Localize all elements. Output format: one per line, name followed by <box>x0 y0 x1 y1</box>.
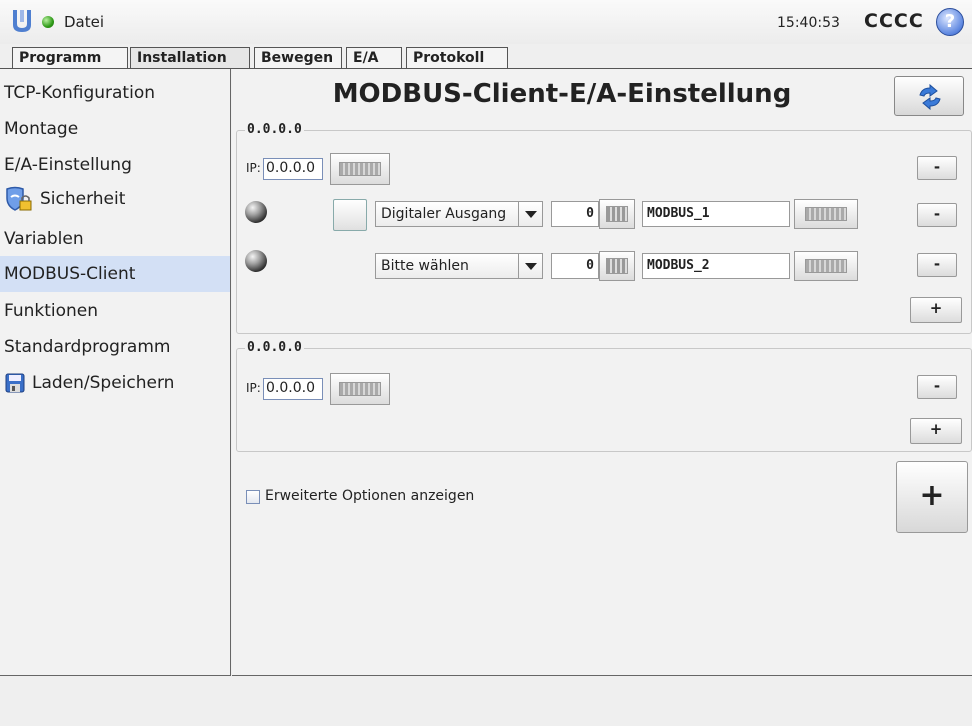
ur-logo-icon <box>13 10 31 32</box>
installation-sidebar: TCP-Konfiguration Montage E/A-Einstellun… <box>0 69 231 676</box>
keypad-icon <box>606 258 628 274</box>
signal-status-led-icon <box>245 201 267 223</box>
ip-input[interactable]: 0.0.0.0 <box>263 158 323 180</box>
tab-bewegen[interactable]: Bewegen <box>254 47 342 69</box>
signal-status-led-icon <box>245 250 267 272</box>
signal-address-input[interactable]: 0 <box>551 201 599 227</box>
advanced-options-label[interactable]: Erweiterte Optionen anzeigen <box>265 488 474 504</box>
signal-name-input[interactable]: MODBUS_1 <box>642 201 790 227</box>
tab-ea[interactable]: E/A <box>346 47 402 69</box>
remove-unit-button[interactable]: - <box>917 375 957 399</box>
shield-lock-icon <box>6 186 32 211</box>
unit-label: 0.0.0.0 <box>245 340 304 355</box>
sidebar-item-laden-speichern[interactable]: Laden/Speichern <box>0 365 230 401</box>
keypad-icon <box>606 206 628 222</box>
file-menu[interactable]: Datei <box>64 13 104 31</box>
add-signal-button[interactable]: + <box>910 297 962 323</box>
tab-protokoll[interactable]: Protokoll <box>406 47 508 69</box>
sidebar-item-tcp-konfiguration[interactable]: TCP-Konfiguration <box>0 75 230 111</box>
tab-installation[interactable]: Installation <box>130 47 250 69</box>
signal-name-input[interactable]: MODBUS_2 <box>642 253 790 279</box>
ip-keyboard-button[interactable] <box>330 373 390 405</box>
chevron-down-icon <box>518 254 542 278</box>
keyboard-icon <box>805 259 847 273</box>
ip-input[interactable]: 0.0.0.0 <box>263 378 323 400</box>
signal-type-select[interactable]: Digitaler Ausgang <box>375 201 543 227</box>
sidebar-item-ea-einstellung[interactable]: E/A-Einstellung <box>0 147 230 183</box>
sidebar-item-variablen[interactable]: Variablen <box>0 221 230 257</box>
clock: 15:40:53 <box>777 15 840 31</box>
address-keypad-button[interactable] <box>599 199 635 229</box>
add-unit-button[interactable]: + <box>896 461 968 533</box>
robot-name: CCCC <box>864 10 924 32</box>
tab-programm[interactable]: Programm <box>12 47 128 69</box>
sidebar-item-montage[interactable]: Montage <box>0 111 230 147</box>
signal-type-select[interactable]: Bitte wählen <box>375 253 543 279</box>
sidebar-item-funktionen[interactable]: Funktionen <box>0 293 230 329</box>
modbus-unit-2: 0.0.0.0 IP: 0.0.0.0 - + <box>236 340 972 452</box>
refresh-arrows-icon <box>919 84 941 110</box>
ip-label: IP: <box>246 381 261 395</box>
ip-keyboard-button[interactable] <box>330 153 390 185</box>
refresh-button[interactable] <box>894 76 964 116</box>
sidebar-item-sicherheit[interactable]: Sicherheit <box>0 181 230 217</box>
keyboard-icon <box>339 382 381 396</box>
ip-label: IP: <box>246 161 261 175</box>
help-button[interactable]: ? <box>936 8 964 36</box>
modbus-unit-1: 0.0.0.0 IP: 0.0.0.0 - Digitaler Ausgang … <box>236 122 972 334</box>
signal-toggle-button[interactable] <box>333 199 367 231</box>
footer-bar <box>0 677 972 726</box>
main-tabs: Programm Installation Bewegen E/A Protok… <box>0 47 972 69</box>
chevron-down-icon <box>518 202 542 226</box>
title-bar: Datei 15:40:53 CCCC ? <box>0 0 972 44</box>
signal-address-input[interactable]: 0 <box>551 253 599 279</box>
sidebar-item-modbus-client[interactable]: MODBUS-Client <box>0 256 230 292</box>
modbus-panel: MODBUS-Client-E/A-Einstellung 0.0.0.0 IP… <box>232 69 972 676</box>
advanced-options-checkbox[interactable] <box>246 490 260 504</box>
name-keyboard-button[interactable] <box>794 251 858 281</box>
remove-signal-button[interactable]: - <box>917 203 957 227</box>
remove-signal-button[interactable]: - <box>917 253 957 277</box>
remove-unit-button[interactable]: - <box>917 156 957 180</box>
sidebar-item-standardprogramm[interactable]: Standardprogramm <box>0 329 230 365</box>
name-keyboard-button[interactable] <box>794 199 858 229</box>
page-title: MODBUS-Client-E/A-Einstellung <box>332 79 792 109</box>
keyboard-icon <box>339 162 381 176</box>
address-keypad-button[interactable] <box>599 251 635 281</box>
keyboard-icon <box>805 207 847 221</box>
unit-label: 0.0.0.0 <box>245 122 304 137</box>
add-signal-button[interactable]: + <box>910 418 962 444</box>
floppy-disk-icon <box>5 373 25 393</box>
status-indicator-icon <box>42 16 54 28</box>
